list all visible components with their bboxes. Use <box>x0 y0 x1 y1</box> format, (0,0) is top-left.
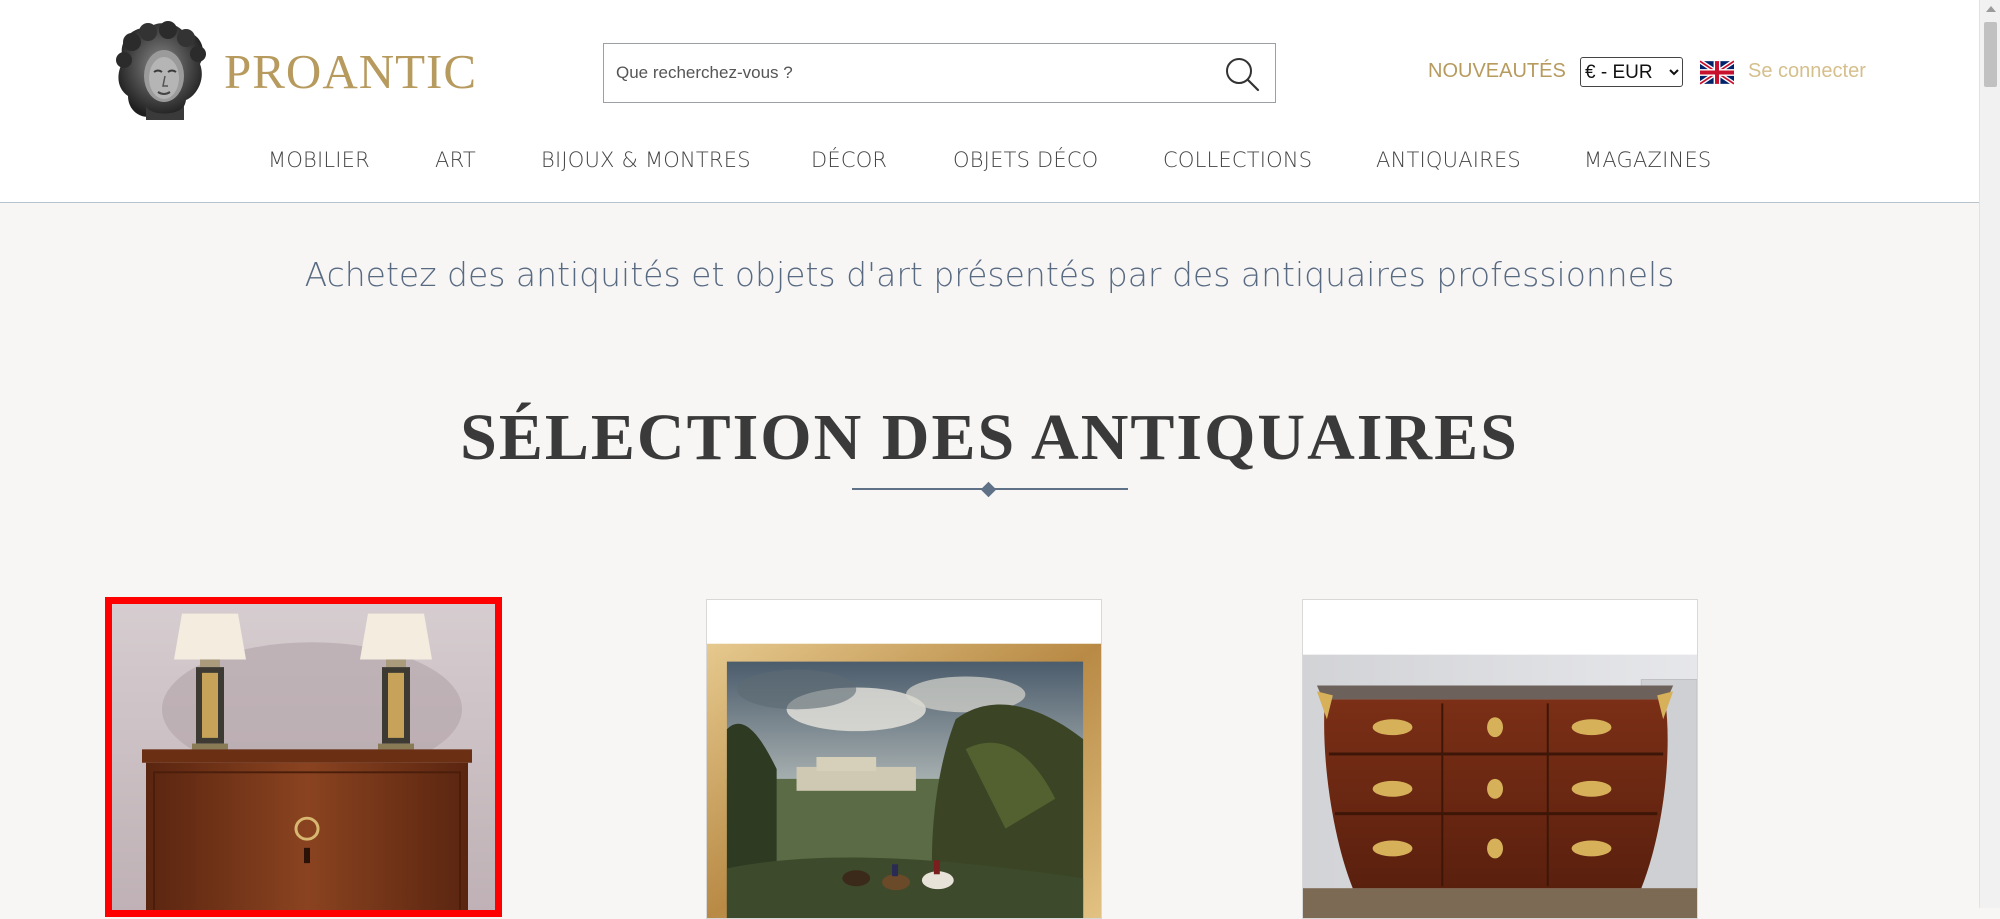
cabinet-photo <box>112 604 495 910</box>
scroll-up-arrow-icon[interactable] <box>1986 6 1996 12</box>
title-diamond-ornament <box>980 481 997 498</box>
tagline: Achetez des antiquités et objets d'art p… <box>304 255 1675 294</box>
currency-select[interactable]: € - EUR <box>1580 57 1683 87</box>
product-card-cabinet[interactable] <box>105 597 502 917</box>
nav-item-antiquaires[interactable]: ANTIQUAIRES <box>1376 148 1521 172</box>
nav-item-art[interactable]: ART <box>435 148 476 172</box>
nav-item-magazines[interactable]: MAGAZINES <box>1584 148 1711 172</box>
page-scrollbar[interactable] <box>1979 0 2000 908</box>
search-button[interactable] <box>1223 55 1261 93</box>
product-card-painting[interactable] <box>706 599 1102 919</box>
site-header: PROANTIC NOUVEAUTÉS € - EUR Se connecter… <box>0 0 1979 203</box>
nav-item-objets-deco[interactable]: OBJETS DÉCO <box>953 148 1098 172</box>
new-arrivals-link[interactable]: NOUVEAUTÉS <box>1428 60 1566 83</box>
logo-link[interactable]: PROANTIC <box>110 20 477 122</box>
search-input[interactable] <box>604 44 1204 102</box>
nav-item-bijoux[interactable]: BIJOUX & MONTRES <box>541 148 751 172</box>
search-icon <box>1226 58 1260 92</box>
section-title: SÉLECTION DES ANTIQUAIRES <box>460 401 1519 474</box>
painting-photo <box>707 600 1101 918</box>
nav-item-decor[interactable]: DÉCOR <box>811 148 887 172</box>
logo-head-icon <box>110 20 210 122</box>
nav-item-mobilier[interactable]: MOBILIER <box>268 148 370 172</box>
search-box <box>603 43 1276 103</box>
uk-flag-icon[interactable] <box>1698 59 1736 86</box>
nav-item-collections[interactable]: COLLECTIONS <box>1163 148 1312 172</box>
product-card-commode[interactable] <box>1302 599 1698 919</box>
commode-photo <box>1303 600 1697 918</box>
scroll-thumb[interactable] <box>1984 22 1997 87</box>
main-nav: MOBILIER ART BIJOUX & MONTRES DÉCOR OBJE… <box>0 148 1979 178</box>
login-link[interactable]: Se connecter <box>1748 60 1866 83</box>
brand-name: PROANTIC <box>224 43 478 99</box>
